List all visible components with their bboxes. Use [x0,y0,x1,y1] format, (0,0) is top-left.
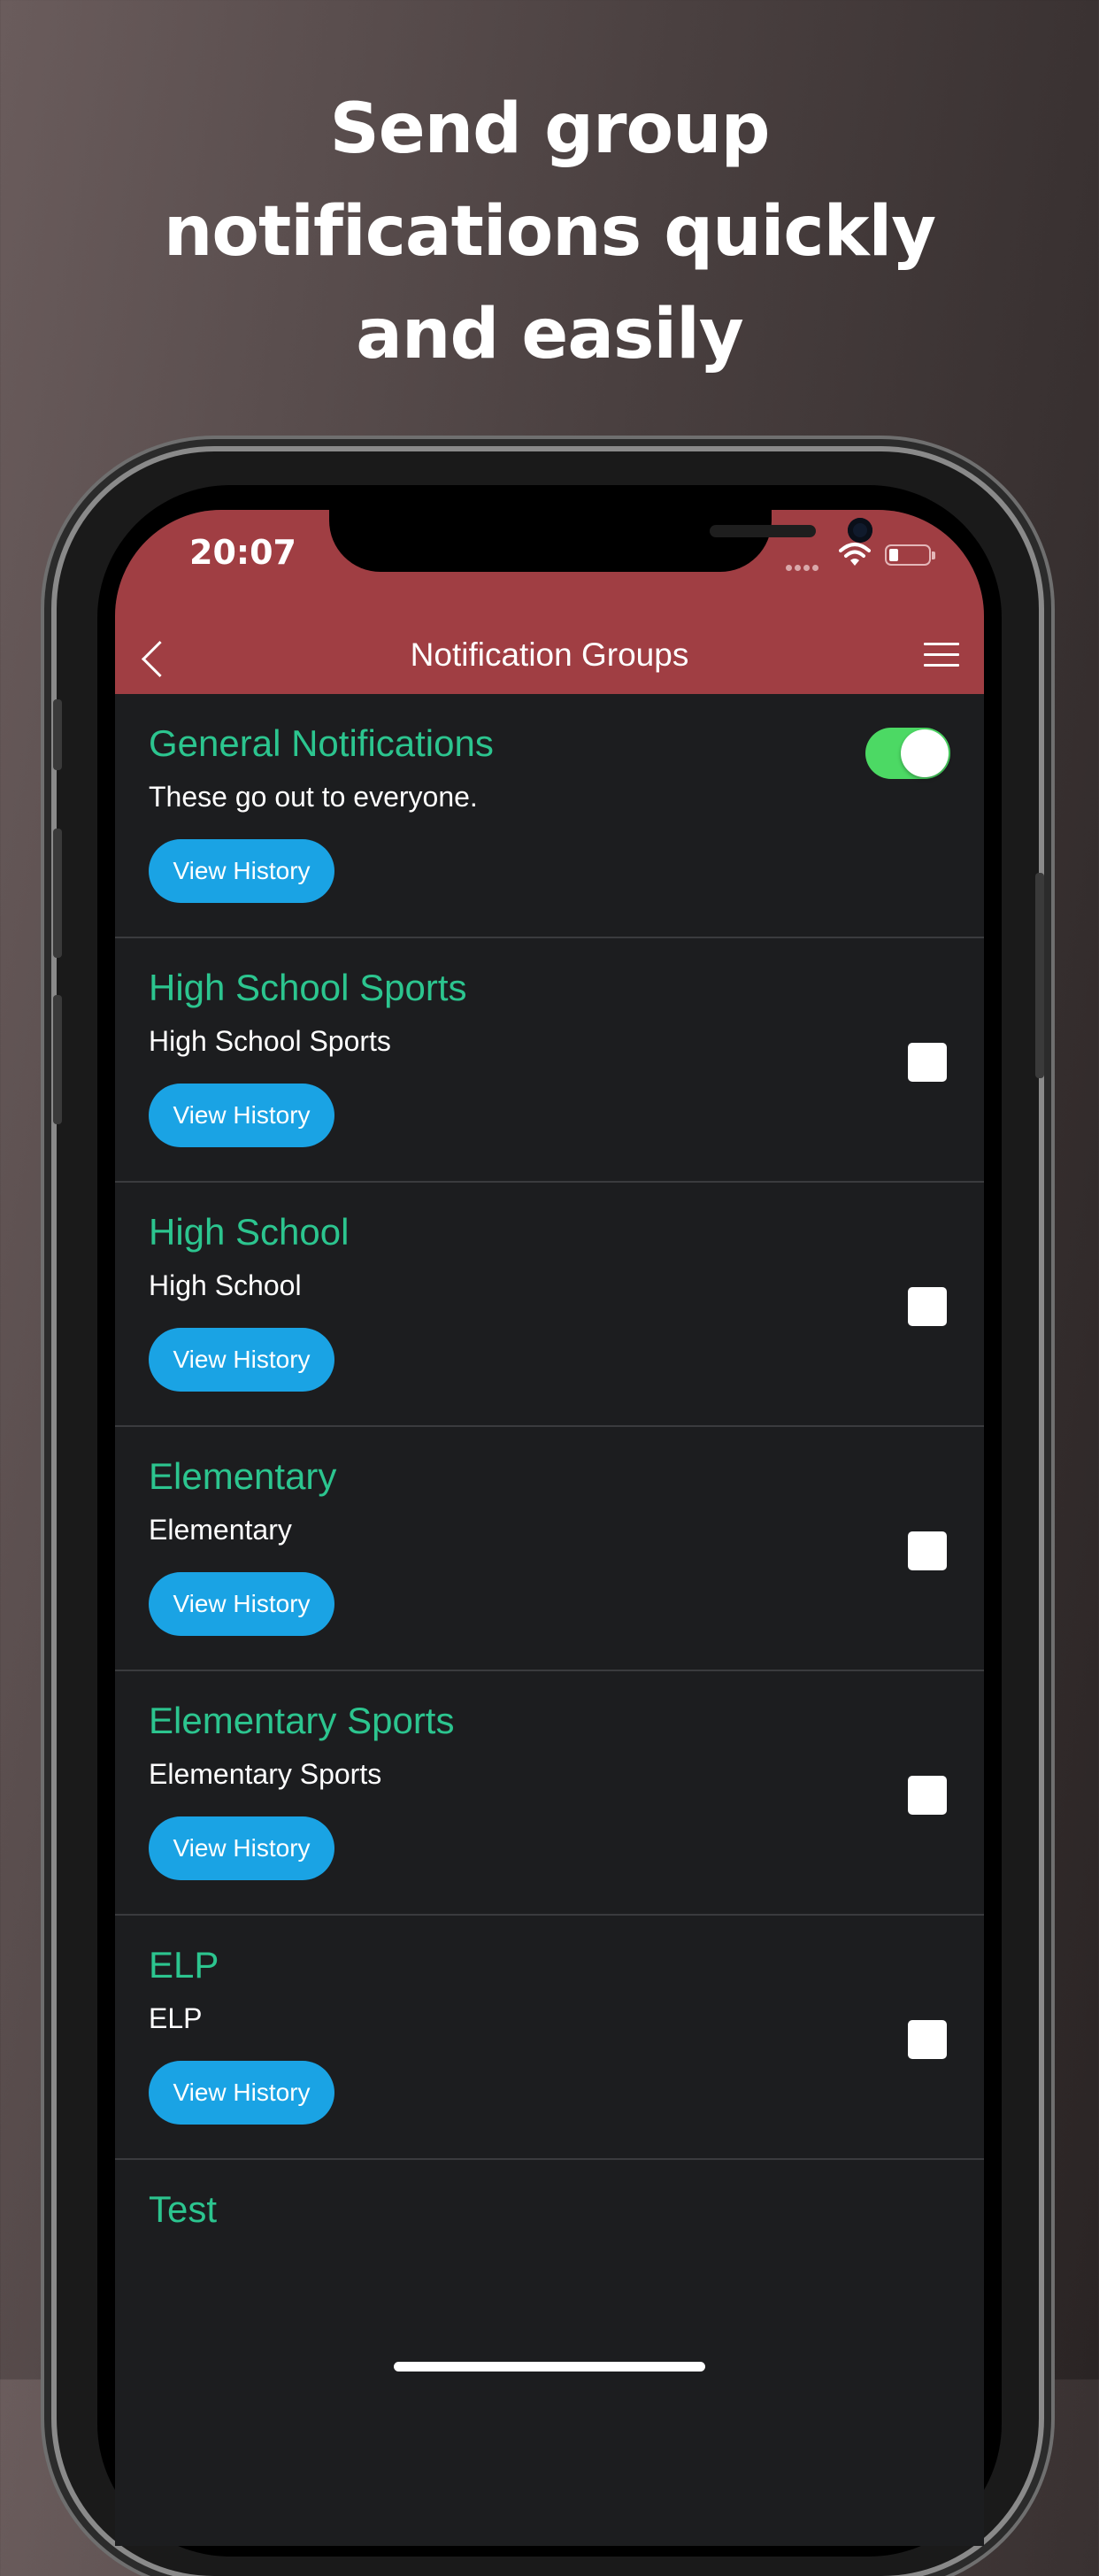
page-title: Notification Groups [410,636,689,673]
headline-line-3: and easily [356,295,743,374]
group-checkbox[interactable] [908,1531,947,1570]
group-checkbox[interactable] [908,2020,947,2059]
group-checkbox[interactable] [908,1776,947,1815]
group-title: Elementary [149,1455,337,1497]
view-history-button[interactable]: View History [149,1328,334,1392]
group-title: Elementary Sports [149,1700,455,1741]
group-description: These go out to everyone. [149,781,478,813]
wifi-icon [839,542,871,571]
group-item-elementary: Elementary Elementary View History [115,1427,984,1671]
group-title: High School Sports [149,967,467,1008]
home-indicator[interactable] [394,2362,705,2372]
headline-line-1: Send group [329,89,771,169]
group-item-elementary-sports: Elementary Sports Elementary Sports View… [115,1671,984,1916]
general-notifications-toggle[interactable] [865,728,950,779]
hamburger-menu-icon[interactable] [924,643,959,667]
view-history-button[interactable]: View History [149,1084,334,1147]
group-item-high-school-sports: High School Sports High School Sports Vi… [115,938,984,1183]
group-title: ELP [149,1944,219,1986]
view-history-button[interactable]: View History [149,839,334,903]
speaker-grille [710,525,816,537]
app-header: 20:07 Notification Groups [115,510,984,694]
app-screen: 20:07 Notification Groups General Notifi… [115,510,984,2546]
group-description: ELP [149,2002,203,2034]
promo-headline: Send group notifications quickly and eas… [0,78,1099,386]
status-time: 20:07 [189,533,296,572]
group-checkbox[interactable] [908,1043,947,1082]
group-item-general-notifications: General Notifications These go out to ev… [115,694,984,938]
group-item-elp: ELP ELP View History [115,1916,984,2160]
phone-notch [329,510,872,572]
navigation-bar: Notification Groups [115,616,984,694]
headline-line-2: notifications quickly [163,192,936,272]
group-description: High School Sports [149,1025,391,1057]
group-description: High School [149,1269,302,1301]
view-history-button[interactable]: View History [149,1816,334,1880]
cellular-signal-icon [786,559,821,575]
group-title: General Notifications [149,722,494,764]
group-description: Elementary Sports [149,1758,382,1790]
phone-volume-down [53,995,62,1124]
toggle-knob [901,729,949,777]
group-title: Test [149,2188,218,2230]
view-history-button[interactable]: View History [149,1572,334,1636]
front-camera [848,518,872,543]
group-item-high-school: High School High School View History [115,1183,984,1427]
view-history-button[interactable]: View History [149,2061,334,2125]
group-checkbox[interactable] [908,1287,947,1326]
group-title: High School [149,1211,350,1253]
group-description: Elementary [149,1514,292,1546]
phone-silent-switch [53,699,62,770]
battery-icon [885,544,935,566]
phone-power-button [1035,873,1044,1078]
phone-volume-up [53,829,62,958]
